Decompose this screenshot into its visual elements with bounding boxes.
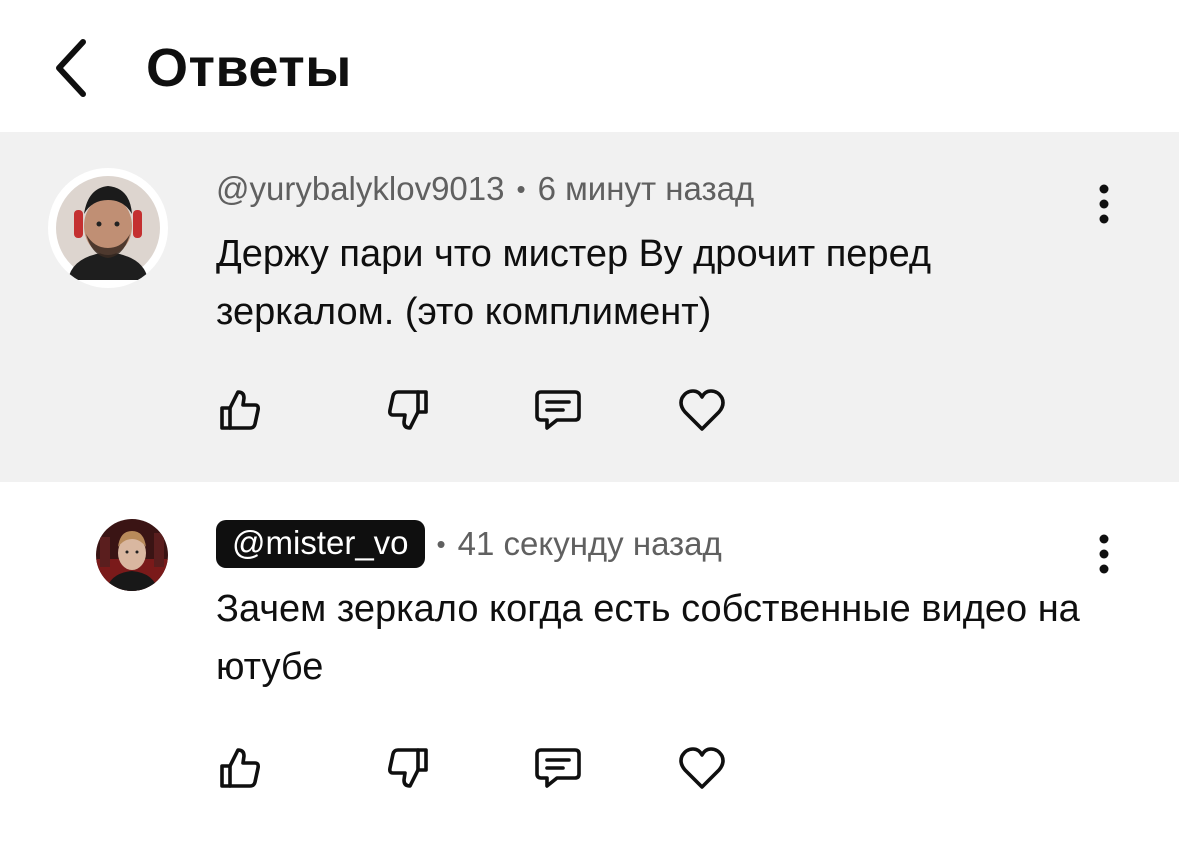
heart-icon (679, 389, 725, 431)
meta-separator: • (516, 173, 526, 204)
dislike-button[interactable] (380, 382, 436, 438)
thumb-down-icon (388, 390, 428, 430)
dislike-button[interactable] (380, 740, 436, 796)
comment-actions (0, 382, 800, 442)
avatar[interactable] (48, 168, 168, 288)
like-button[interactable] (212, 382, 268, 438)
comment-meta: @mister_vo • 41 секунду назад (216, 520, 722, 568)
top-bar: Ответы (0, 0, 1179, 132)
meta-separator: • (436, 528, 446, 559)
heart-icon (679, 747, 725, 789)
comment-actions (0, 740, 800, 800)
reply-icon (535, 390, 581, 430)
page-title: Ответы (146, 38, 352, 98)
creator-author-badge[interactable]: @mister_vo (216, 520, 425, 568)
comment-timestamp: 6 минут назад (537, 170, 755, 207)
back-button[interactable] (36, 28, 106, 108)
reply-icon (535, 748, 581, 788)
thumb-up-icon (220, 748, 260, 788)
comment-meta: @yurybalyklov9013 • 6 минут назад (216, 170, 754, 208)
like-button[interactable] (212, 740, 268, 796)
more-options-button[interactable] (1080, 174, 1128, 234)
comment-item: @yurybalyklov9013 • 6 минут назад Держу … (0, 132, 1179, 482)
comment-author[interactable]: @yurybalyklov9013 (216, 170, 504, 208)
thumb-up-icon (220, 390, 260, 430)
chevron-left-icon (56, 39, 86, 97)
more-vertical-icon (1099, 184, 1109, 224)
heart-button[interactable] (674, 382, 730, 438)
comment-timestamp: 41 секунду назад (457, 525, 722, 562)
more-vertical-icon (1099, 534, 1109, 574)
comment-text: Держу пари что мистер Ву дрочит перед зе… (216, 233, 932, 333)
reply-button[interactable] (530, 382, 586, 438)
thumb-down-icon (388, 748, 428, 788)
comment-item: @mister_vo • 41 секунду назад Зачем зерк… (0, 482, 1179, 863)
reply-button[interactable] (530, 740, 586, 796)
more-options-button[interactable] (1080, 524, 1128, 584)
comment-text: Зачем зеркало когда есть собственные вид… (216, 588, 1080, 688)
avatar[interactable] (96, 519, 168, 591)
heart-button[interactable] (674, 740, 730, 796)
